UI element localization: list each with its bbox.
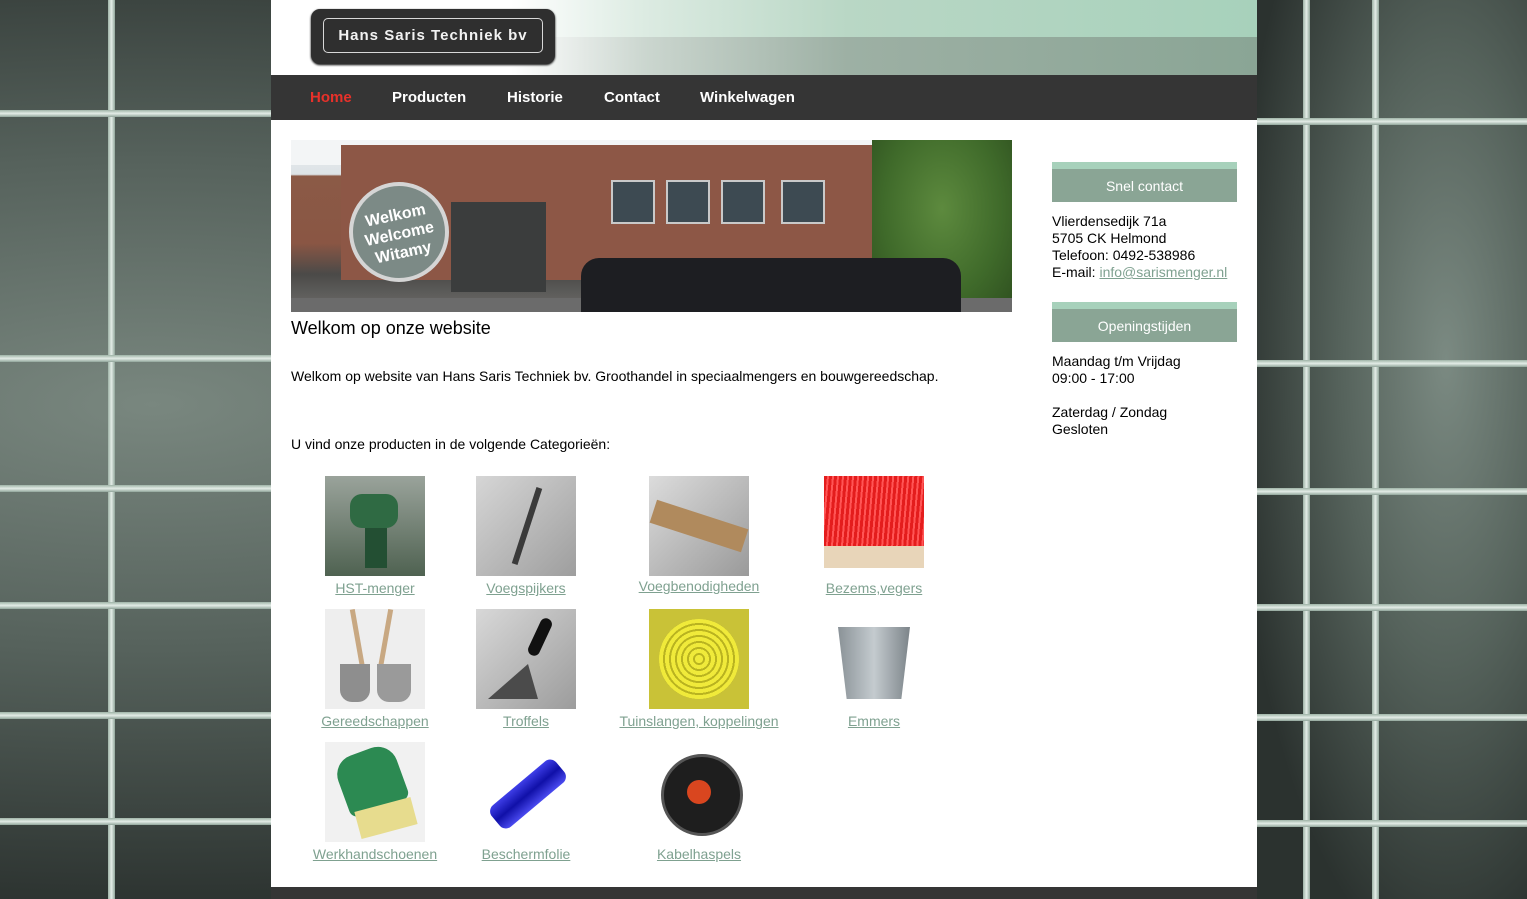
site-footer <box>271 887 1257 899</box>
hero-window <box>666 180 710 224</box>
category-werkhandschoenen[interactable]: Werkhandschoenen <box>305 742 445 862</box>
bucket-image[interactable] <box>824 609 924 709</box>
background-wire <box>1257 360 1527 367</box>
main-navigation: Home Producten Historie Contact Winkelwa… <box>271 75 1257 120</box>
category-troffels[interactable]: Troffels <box>476 609 576 729</box>
category-link[interactable]: Voegbenodigheden <box>619 578 779 594</box>
category-link[interactable]: Kabelhaspels <box>649 846 749 862</box>
background-wire <box>1257 488 1527 495</box>
background-wire <box>1257 604 1527 611</box>
nav-item-historie[interactable]: Historie <box>507 75 563 120</box>
background-wire <box>0 602 271 609</box>
logo-text: Hans Saris Techniek bv <box>323 18 543 53</box>
category-link[interactable]: HST-menger <box>325 580 425 596</box>
categories-intro: U vind onze producten in de volgende Cat… <box>291 436 611 452</box>
category-link[interactable]: Voegspijkers <box>476 580 576 596</box>
work-gloves-image[interactable] <box>325 742 425 842</box>
garden-hose-image[interactable] <box>649 609 749 709</box>
background-wire <box>1303 0 1310 899</box>
trowel-image[interactable] <box>476 609 576 709</box>
weekend-label: Zaterdag / Zondag <box>1052 404 1168 420</box>
nav-item-home[interactable]: Home <box>310 75 352 120</box>
openingstijden-heading: Openingstijden <box>1052 302 1237 342</box>
category-tuinslangen-koppelingen[interactable]: Tuinslangen, koppelingen <box>609 609 789 729</box>
category-voegbenodigheden[interactable]: Voegbenodigheden <box>619 476 779 594</box>
hero-garage-door <box>451 202 546 292</box>
site-logo[interactable]: Hans Saris Techniek bv <box>311 9 555 64</box>
address-line: Vlierdensedijk 71a <box>1052 213 1167 229</box>
intro-text: Welkom op website van Hans Saris Technie… <box>291 368 939 384</box>
header-banner-top <box>511 0 1257 37</box>
category-bezems-vegers[interactable]: Bezems,vegers <box>824 476 924 596</box>
page-title: Welkom op onze website <box>291 318 491 338</box>
background-wire <box>0 818 271 825</box>
background-wire <box>0 110 271 117</box>
category-link[interactable]: Werkhandschoenen <box>305 846 445 862</box>
category-link[interactable]: Bezems,vegers <box>824 580 924 596</box>
page-container: Hans Saris Techniek bv Home Producten Hi… <box>271 0 1257 899</box>
protective-film-image[interactable] <box>476 742 576 842</box>
pointing-tool-image[interactable] <box>476 476 576 576</box>
contact-info: Vlierdensedijk 71a 5705 CK Helmond Telef… <box>1052 213 1227 281</box>
category-link[interactable]: Emmers <box>824 713 924 729</box>
hero-window <box>721 180 765 224</box>
hero-image: Welkom Welcome Witamy <box>291 140 1012 312</box>
email-label: E-mail: <box>1052 264 1100 280</box>
nav-item-contact[interactable]: Contact <box>604 75 660 120</box>
category-link[interactable]: Tuinslangen, koppelingen <box>609 713 789 729</box>
category-link[interactable]: Troffels <box>476 713 576 729</box>
background-wire <box>0 712 271 719</box>
category-gereedschappen[interactable]: Gereedschappen <box>315 609 435 729</box>
background-right-panel <box>1257 0 1527 899</box>
background-wire <box>108 0 115 899</box>
header-banner-bottom <box>511 37 1257 75</box>
broom-image[interactable] <box>824 476 924 576</box>
site-header: Hans Saris Techniek bv <box>271 0 1257 75</box>
email-line: E-mail: info@sarismenger.nl <box>1052 264 1227 281</box>
cable-reel-image[interactable] <box>649 742 749 842</box>
snel-contact-heading: Snel contact <box>1052 162 1237 202</box>
pointing-board-image[interactable] <box>649 476 749 576</box>
weekend-hours: Gesloten <box>1052 421 1109 437</box>
hero-window <box>781 180 825 224</box>
category-link[interactable]: Gereedschappen <box>315 713 435 729</box>
phone-line: Telefoon: 0492-538986 <box>1052 247 1196 263</box>
hero-window <box>611 180 655 224</box>
category-beschermfolie[interactable]: Beschermfolie <box>476 742 576 862</box>
category-emmers[interactable]: Emmers <box>824 609 924 729</box>
category-link[interactable]: Beschermfolie <box>476 846 576 862</box>
weekday-hours: 09:00 - 17:00 <box>1052 370 1135 386</box>
postal-line: 5705 CK Helmond <box>1052 230 1167 246</box>
mixer-image[interactable] <box>325 476 425 576</box>
background-wire <box>0 355 271 362</box>
weekday-label: Maandag t/m Vrijdag <box>1052 353 1181 369</box>
background-wire <box>0 485 271 492</box>
category-voegspijkers[interactable]: Voegspijkers <box>476 476 576 596</box>
opening-hours: Maandag t/m Vrijdag 09:00 - 17:00 Zaterd… <box>1052 353 1181 438</box>
shovels-image[interactable] <box>325 609 425 709</box>
category-kabelhaspels[interactable]: Kabelhaspels <box>649 742 749 862</box>
hero-cars <box>581 258 961 312</box>
background-wire <box>1257 118 1527 125</box>
background-wire <box>1372 0 1379 899</box>
background-wire <box>1257 820 1527 827</box>
nav-item-winkelwagen[interactable]: Winkelwagen <box>700 75 795 120</box>
category-hst-menger[interactable]: HST-menger <box>325 476 425 596</box>
background-wire <box>1257 714 1527 721</box>
email-link[interactable]: info@sarismenger.nl <box>1099 264 1227 280</box>
nav-item-producten[interactable]: Producten <box>392 75 466 120</box>
